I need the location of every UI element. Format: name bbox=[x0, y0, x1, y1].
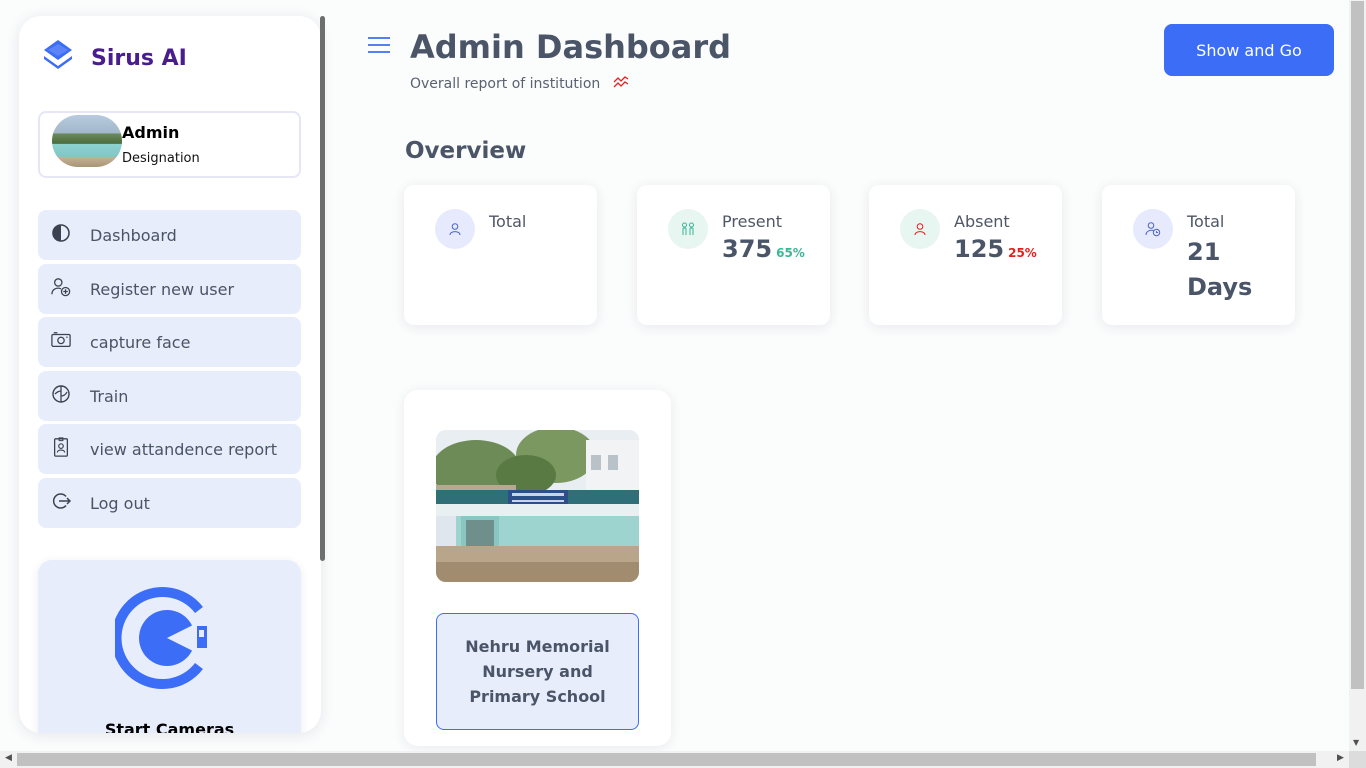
user-add-icon bbox=[51, 277, 71, 296]
sidebar-item-attendance-report[interactable]: view attandence report bbox=[38, 424, 301, 475]
logout-icon bbox=[52, 493, 71, 509]
school-name[interactable]: Nehru Memorial Nursery and Primary Schoo… bbox=[436, 613, 639, 730]
id-badge-icon bbox=[54, 437, 68, 458]
overview-title: Overview bbox=[405, 138, 527, 164]
scrollbar-corner bbox=[1349, 751, 1366, 768]
sidebar-item-label: Dashboard bbox=[90, 226, 177, 245]
brand-name: Sirus AI bbox=[91, 46, 187, 71]
sidebar-item-label: view attandence report bbox=[90, 440, 277, 460]
scroll-left-arrow-icon[interactable]: ◀ bbox=[5, 753, 12, 763]
sidebar-item-register[interactable]: Register new user bbox=[38, 263, 301, 314]
horizontal-scroll-thumb[interactable] bbox=[17, 753, 1316, 766]
page-title: Admin Dashboard bbox=[410, 28, 732, 66]
profile-card[interactable]: Admin Designation bbox=[38, 111, 301, 178]
show-and-go-button[interactable]: Show and Go bbox=[1164, 24, 1334, 76]
people-icon bbox=[668, 209, 708, 249]
sidebar-item-capture-face[interactable]: capture face bbox=[38, 317, 301, 368]
scroll-down-arrow-icon[interactable]: ▼ bbox=[1353, 738, 1359, 747]
brain-icon bbox=[52, 385, 70, 403]
sidebar: Sirus AI Admin Designation Dashboard Reg… bbox=[19, 16, 321, 733]
user-clock-icon bbox=[1133, 209, 1173, 249]
sidebar-item-train[interactable]: Train bbox=[38, 370, 301, 421]
absent-count: 125 bbox=[954, 235, 1005, 263]
layers-logo-icon bbox=[44, 40, 72, 69]
stat-value: 125 25% bbox=[954, 235, 1037, 263]
start-cameras-card[interactable]: Start Cameras bbox=[38, 560, 301, 733]
present-count: 375 bbox=[722, 235, 773, 263]
stat-label: Absent bbox=[954, 212, 1010, 231]
stat-label: Total bbox=[489, 212, 527, 231]
sidebar-item-label: Register new user bbox=[90, 279, 235, 299]
trend-chart-icon bbox=[613, 76, 629, 88]
sidebar-item-label: capture face bbox=[90, 333, 191, 353]
page-vertical-scrollbar[interactable]: ▼ bbox=[1349, 0, 1366, 751]
stat-card-present: Present 375 65% bbox=[637, 185, 830, 325]
sidebar-item-logout[interactable]: Log out bbox=[38, 477, 301, 528]
camera-icon bbox=[51, 332, 71, 348]
stat-card-total-days: Total 21 Days bbox=[1102, 185, 1295, 325]
user-icon bbox=[435, 209, 475, 249]
absent-percent: 25% bbox=[1008, 246, 1037, 260]
scroll-right-arrow-icon[interactable]: ▶ bbox=[1337, 753, 1344, 763]
total-days-value: 21 Days bbox=[1187, 238, 1253, 301]
stat-label: Total bbox=[1187, 212, 1225, 231]
avatar bbox=[52, 115, 122, 167]
sidebar-item-dashboard[interactable]: Dashboard bbox=[38, 210, 301, 260]
stat-card-absent: Absent 125 25% bbox=[869, 185, 1062, 325]
start-cameras-label: Start Cameras bbox=[104, 720, 235, 733]
profile-designation: Designation bbox=[122, 151, 200, 166]
user-icon bbox=[900, 209, 940, 249]
vertical-scroll-thumb[interactable] bbox=[1351, 1, 1364, 689]
sidebar-item-label: Train bbox=[90, 386, 129, 406]
present-percent: 65% bbox=[776, 246, 805, 260]
stat-value: 375 65% bbox=[722, 235, 805, 263]
sidebar-item-label: Log out bbox=[90, 493, 150, 513]
profile-name: Admin bbox=[122, 123, 180, 142]
stat-card-total: Total bbox=[404, 185, 597, 325]
stat-label: Present bbox=[722, 212, 783, 231]
school-photo bbox=[436, 430, 639, 582]
page-horizontal-scrollbar[interactable]: ◀ ▶ bbox=[0, 751, 1349, 768]
half-circle-icon bbox=[52, 224, 70, 242]
school-card[interactable]: Nehru Memorial Nursery and Primary Schoo… bbox=[404, 390, 671, 746]
sidebar-nav: Dashboard Register new user capture face bbox=[38, 210, 301, 532]
page-subtitle: Overall report of institution bbox=[410, 76, 601, 92]
sidebar-scrollbar[interactable] bbox=[320, 16, 325, 561]
menu-icon[interactable] bbox=[367, 35, 391, 55]
camera-power-logo-icon bbox=[115, 587, 207, 689]
brand[interactable]: Sirus AI bbox=[41, 38, 187, 72]
